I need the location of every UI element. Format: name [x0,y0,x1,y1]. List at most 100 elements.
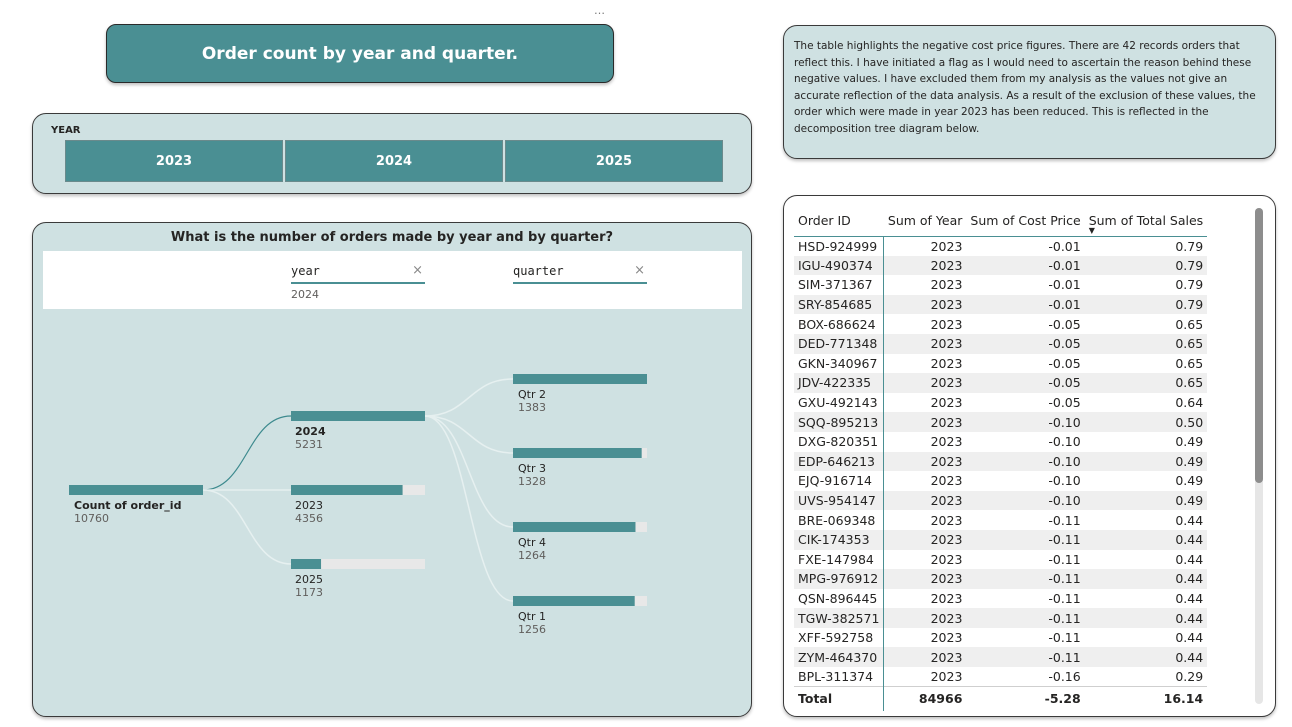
cell-sum-of-cost-price: -0.10 [966,451,1085,472]
cell-order-id: SQQ-895213 [794,412,885,432]
year-node-2025[interactable]: 2025 1173 [295,573,323,599]
cell-sum-of-total-sales: 0.44 [1084,608,1208,628]
cell-order-id: JDV-422335 [794,373,885,393]
total-label: Total [794,686,885,711]
page-title: Order count by year and quarter. [201,43,519,64]
column-header-sum-of-total-sales[interactable]: Sum of Total Sales ▼ [1084,206,1208,237]
year-node-2024-bar[interactable] [291,411,425,421]
table-row[interactable]: BPL-311374 2023 -0.16 0.29 [794,667,1208,687]
cell-sum-of-total-sales: 0.29 [1084,667,1208,687]
cell-sum-of-cost-price: -0.01 [966,294,1085,315]
cell-sum-of-total-sales: 0.44 [1084,647,1208,668]
cell-sum-of-year: 2023 [883,549,967,570]
table-row[interactable]: HSD-924999 2023 -0.01 0.79 [794,236,1208,256]
cell-sum-of-year: 2023 [883,333,967,354]
table-row[interactable]: BRE-069348 2023 -0.11 0.44 [794,510,1208,530]
table-row[interactable]: GKN-340967 2023 -0.05 0.65 [794,353,1208,374]
table-row[interactable]: UVS-954147 2023 -0.10 0.49 [794,490,1208,511]
quarter-node-qtr-4-bar[interactable] [513,522,636,532]
cell-sum-of-year: 2023 [883,490,967,511]
quarter-node-qtr2[interactable]: Qtr 2 1383 [518,388,546,414]
tree-graph [69,374,647,606]
cell-sum-of-year: 2023 [883,608,967,628]
table-row[interactable]: EDP-646213 2023 -0.10 0.49 [794,451,1208,472]
year-slicer: YEAR 2023 2024 2025 [32,113,752,194]
root-node-name: Count of order_id [74,499,182,512]
cell-sum-of-cost-price: -0.01 [966,275,1085,295]
table-row[interactable]: TGW-382571 2023 -0.11 0.44 [794,608,1208,628]
cell-sum-of-total-sales: 0.79 [1084,255,1208,276]
table-row[interactable]: XFF-592758 2023 -0.11 0.44 [794,627,1208,648]
cell-sum-of-year: 2023 [883,294,967,315]
quarter-node-qtr3-name: Qtr 3 [518,462,546,475]
cell-sum-of-cost-price: -0.05 [966,333,1085,354]
table-row[interactable]: FXE-147984 2023 -0.11 0.44 [794,549,1208,570]
sort-descending-icon: ▼ [1088,225,1095,235]
year-node-2023[interactable]: 2023 4356 [295,499,323,525]
quarter-node-qtr-2-bar[interactable] [513,374,647,384]
quarter-node-qtr1[interactable]: Qtr 1 1256 [518,610,546,636]
slicer-option-2025[interactable]: 2025 [505,140,723,182]
cell-order-id: BRE-069348 [794,510,885,530]
cell-order-id: CIK-174353 [794,529,885,550]
table-row[interactable]: EJQ-916714 2023 -0.10 0.49 [794,471,1208,491]
column-header-sum-of-year[interactable]: Sum of Year [883,206,967,237]
table-row[interactable]: MPG-976912 2023 -0.11 0.44 [794,569,1208,589]
quarter-node-qtr4[interactable]: Qtr 4 1264 [518,536,546,562]
table-row[interactable]: IGU-490374 2023 -0.01 0.79 [794,255,1208,276]
root-node-bar[interactable] [69,485,203,495]
cell-sum-of-total-sales: 0.79 [1084,236,1208,256]
cell-sum-of-total-sales: 0.49 [1084,471,1208,491]
cell-order-id: ZYM-464370 [794,647,885,668]
table-row[interactable]: SIM-371367 2023 -0.01 0.79 [794,275,1208,295]
cell-order-id: EJQ-916714 [794,471,885,491]
year-node-2024[interactable]: 2024 5231 [295,425,326,451]
table-row[interactable]: BOX-686624 2023 -0.05 0.65 [794,314,1208,334]
cell-order-id: FXE-147984 [794,549,885,570]
cell-order-id: BPL-311374 [794,667,885,687]
year-node-2025-bar[interactable] [291,559,322,569]
table-row[interactable]: ZYM-464370 2023 -0.11 0.44 [794,647,1208,668]
cell-sum-of-total-sales: 0.44 [1084,588,1208,609]
cell-sum-of-total-sales: 0.65 [1084,314,1208,334]
cell-sum-of-year: 2023 [883,588,967,609]
cell-sum-of-cost-price: -0.05 [966,314,1085,334]
cell-order-id: HSD-924999 [794,236,885,256]
slicer-option-2024[interactable]: 2024 [285,140,503,182]
table-row[interactable]: CIK-174353 2023 -0.11 0.44 [794,529,1208,550]
cell-sum-of-year: 2023 [883,373,967,393]
column-header-order-id[interactable]: Order ID [794,206,884,237]
cell-sum-of-total-sales: 0.65 [1084,353,1208,374]
table-row[interactable]: QSN-896445 2023 -0.11 0.44 [794,588,1208,609]
cell-sum-of-year: 2023 [883,627,967,648]
column-header-sum-of-cost-price[interactable]: Sum of Cost Price [966,206,1085,237]
cell-order-id: DED-771348 [794,333,885,354]
cell-sum-of-cost-price: -0.10 [966,490,1085,511]
quarter-node-qtr-3-bar[interactable] [513,448,642,458]
table-row[interactable]: GXU-492143 2023 -0.05 0.64 [794,392,1208,413]
link-root-to-2024 [202,415,292,491]
table-row[interactable]: SRY-854685 2023 -0.01 0.79 [794,294,1208,315]
table-scrollbar[interactable] [1255,208,1263,704]
cell-order-id: IGU-490374 [794,255,885,276]
quarter-node-qtr-1-bar[interactable] [513,596,635,606]
cell-sum-of-year: 2023 [883,431,967,452]
total-sum-of-year: 84966 [883,686,967,711]
quarter-node-qtr3[interactable]: Qtr 3 1328 [518,462,546,488]
cell-sum-of-cost-price: -0.05 [966,353,1085,374]
cell-sum-of-total-sales: 0.44 [1084,627,1208,648]
root-node-label[interactable]: Count of order_id 10760 [74,499,181,525]
table-scrollbar-thumb[interactable] [1255,208,1263,483]
year-node-2023-bar[interactable] [291,485,403,495]
cell-sum-of-year: 2023 [883,647,967,668]
table-row[interactable]: SQQ-895213 2023 -0.10 0.50 [794,412,1208,432]
slicer-option-2023[interactable]: 2023 [65,140,283,182]
cell-sum-of-year: 2023 [883,255,967,276]
table-row[interactable]: JDV-422335 2023 -0.05 0.65 [794,373,1208,393]
table-row[interactable]: DXG-820351 2023 -0.10 0.49 [794,431,1208,452]
quarter-node-qtr4-value: 1264 [518,549,546,562]
cell-sum-of-cost-price: -0.11 [966,569,1085,589]
cell-order-id: TGW-382571 [794,608,885,628]
table-row[interactable]: DED-771348 2023 -0.05 0.65 [794,333,1208,354]
more-options-icon[interactable]: … [594,4,606,17]
